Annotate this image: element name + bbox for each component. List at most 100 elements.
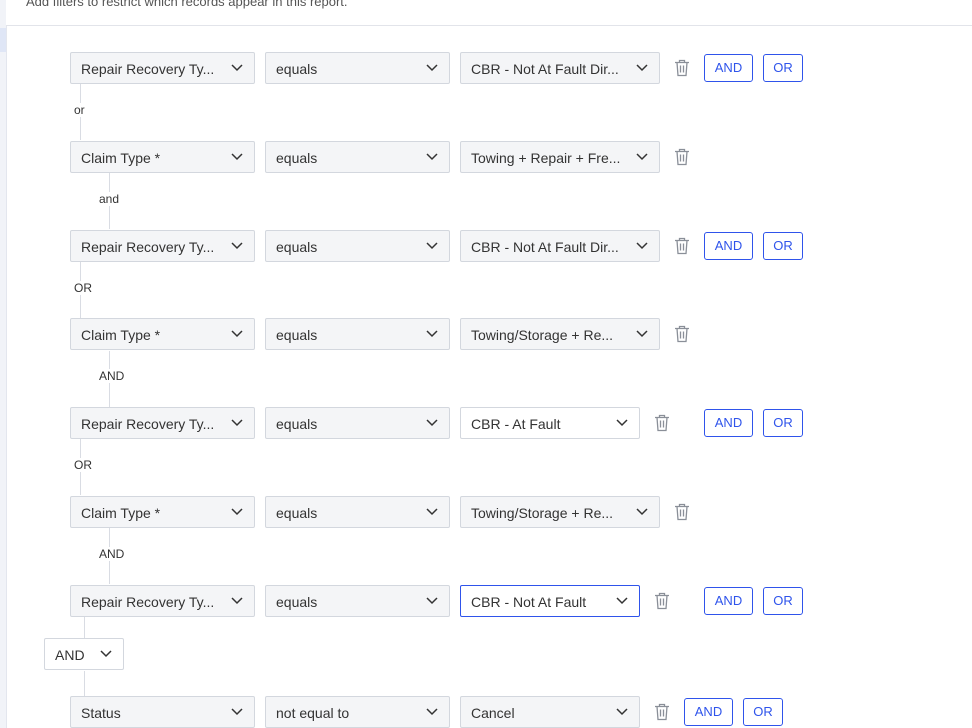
add-or-button[interactable]: OR <box>763 54 803 82</box>
add-and-button[interactable]: AND <box>704 587 753 615</box>
connector-label: OR <box>72 281 94 295</box>
field-select[interactable]: Repair Recovery Ty... <box>70 230 255 262</box>
value-select-value: CBR - Not At Fault <box>471 594 587 610</box>
add-and-button[interactable]: AND <box>704 54 753 82</box>
filter-panel: or and OR AND OR AND Repair Recovery Ty.… <box>6 26 972 728</box>
chevron-down-icon <box>231 419 243 427</box>
operator-select-value: equals <box>276 416 318 432</box>
operator-select-value: not equal to <box>276 705 350 721</box>
operator-select[interactable]: equals <box>265 496 450 528</box>
group-connector-value: AND <box>55 647 85 663</box>
chevron-down-icon <box>616 597 628 605</box>
field-select-value: Repair Recovery Ty... <box>81 416 215 432</box>
connector-label: and <box>97 192 122 206</box>
field-select-value: Status <box>81 705 121 721</box>
operator-select[interactable]: equals <box>265 585 450 617</box>
value-select[interactable]: CBR - Not At Fault Dir... <box>460 230 660 262</box>
add-or-button[interactable]: OR <box>743 698 783 726</box>
operator-select[interactable]: not equal to <box>265 696 450 728</box>
chevron-down-icon <box>231 242 243 250</box>
connector-label: or <box>72 103 87 117</box>
operator-select[interactable]: equals <box>265 318 450 350</box>
chevron-down-icon <box>426 708 438 716</box>
value-select-value: CBR - Not At Fault Dir... <box>471 61 619 77</box>
chevron-down-icon <box>426 64 438 72</box>
field-select[interactable]: Repair Recovery Ty... <box>70 585 255 617</box>
connector-line <box>84 617 85 639</box>
value-select[interactable]: CBR - Not At Fault <box>460 585 640 617</box>
chevron-down-icon <box>636 330 648 338</box>
chevron-down-icon <box>426 597 438 605</box>
chevron-down-icon <box>426 153 438 161</box>
add-or-button[interactable]: OR <box>763 232 803 260</box>
filter-header: Add filters to restrict which records ap… <box>6 0 972 26</box>
chevron-down-icon <box>100 650 112 658</box>
operator-select[interactable]: equals <box>265 230 450 262</box>
chevron-down-icon <box>231 508 243 516</box>
trash-icon[interactable] <box>674 59 690 77</box>
add-and-button[interactable]: AND <box>704 409 753 437</box>
value-select[interactable]: CBR - Not At Fault Dir... <box>460 52 660 84</box>
chevron-down-icon <box>231 153 243 161</box>
field-select-value: Claim Type * <box>81 505 161 521</box>
add-and-button[interactable]: AND <box>704 232 753 260</box>
operator-select-value: equals <box>276 505 318 521</box>
connector-line <box>84 671 85 696</box>
add-or-button[interactable]: OR <box>763 409 803 437</box>
chevron-down-icon <box>231 597 243 605</box>
chevron-down-icon <box>636 153 648 161</box>
value-select[interactable]: Towing + Repair + Fre... <box>460 141 660 173</box>
field-select[interactable]: Repair Recovery Ty... <box>70 52 255 84</box>
field-select-value: Repair Recovery Ty... <box>81 61 215 77</box>
operator-select[interactable]: equals <box>265 141 450 173</box>
field-select-value: Claim Type * <box>81 150 161 166</box>
chevron-down-icon <box>426 508 438 516</box>
chevron-down-icon <box>636 242 648 250</box>
chevron-down-icon <box>426 330 438 338</box>
operator-select-value: equals <box>276 150 318 166</box>
chevron-down-icon <box>616 708 628 716</box>
trash-icon[interactable] <box>654 592 670 610</box>
value-select[interactable]: Cancel <box>460 696 640 728</box>
chevron-down-icon <box>231 64 243 72</box>
field-select[interactable]: Claim Type * <box>70 318 255 350</box>
value-select[interactable]: Towing/Storage + Re... <box>460 496 660 528</box>
field-select[interactable]: Repair Recovery Ty... <box>70 407 255 439</box>
field-select-value: Repair Recovery Ty... <box>81 594 215 610</box>
operator-select-value: equals <box>276 61 318 77</box>
trash-icon[interactable] <box>654 703 670 721</box>
chevron-down-icon <box>426 419 438 427</box>
value-select-value: Cancel <box>471 705 515 721</box>
operator-select-value: equals <box>276 239 318 255</box>
add-or-button[interactable]: OR <box>763 587 803 615</box>
chevron-down-icon <box>616 419 628 427</box>
value-select-value: Towing + Repair + Fre... <box>471 150 621 166</box>
operator-select[interactable]: equals <box>265 52 450 84</box>
value-select[interactable]: CBR - At Fault <box>460 407 640 439</box>
trash-icon[interactable] <box>674 325 690 343</box>
connector-label: AND <box>97 547 127 561</box>
value-select-value: Towing/Storage + Re... <box>471 327 614 343</box>
value-select-value: CBR - Not At Fault Dir... <box>471 239 619 255</box>
filter-description: Add filters to restrict which records ap… <box>26 0 348 9</box>
chevron-down-icon <box>636 508 648 516</box>
group-connector-select[interactable]: AND <box>44 638 124 670</box>
field-select[interactable]: Status <box>70 696 255 728</box>
field-select[interactable]: Claim Type * <box>70 141 255 173</box>
field-select[interactable]: Claim Type * <box>70 496 255 528</box>
operator-select-value: equals <box>276 327 318 343</box>
chevron-down-icon <box>231 708 243 716</box>
trash-icon[interactable] <box>674 503 690 521</box>
field-select-value: Claim Type * <box>81 327 161 343</box>
connector-label: OR <box>72 458 94 472</box>
add-and-button[interactable]: AND <box>684 698 733 726</box>
trash-icon[interactable] <box>674 237 690 255</box>
trash-icon[interactable] <box>654 414 670 432</box>
trash-icon[interactable] <box>674 148 690 166</box>
chevron-down-icon <box>426 242 438 250</box>
chevron-down-icon <box>231 330 243 338</box>
chevron-down-icon <box>636 64 648 72</box>
operator-select[interactable]: equals <box>265 407 450 439</box>
value-select-value: CBR - At Fault <box>471 416 561 432</box>
value-select[interactable]: Towing/Storage + Re... <box>460 318 660 350</box>
